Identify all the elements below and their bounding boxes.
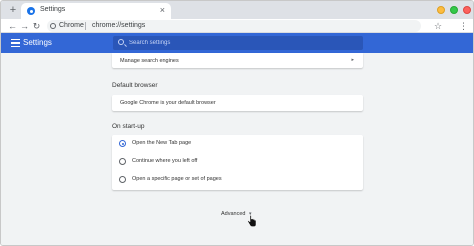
settings-gear-icon	[27, 7, 35, 15]
radio-button[interactable]	[119, 158, 126, 165]
hand-cursor-icon	[247, 215, 257, 227]
startup-option-continue[interactable]: Continue where you left off	[112, 153, 363, 171]
browser-menu-icon[interactable]: ⋮	[459, 20, 468, 32]
page-title: Settings	[23, 38, 52, 47]
on-startup-card: Open the New Tab page Continue where you…	[112, 135, 363, 190]
search-engine-card: Manage search engines ▸	[112, 53, 363, 68]
tab-close-icon[interactable]: ×	[160, 5, 165, 15]
address-bar[interactable]: Chrome chrome://settings	[47, 20, 421, 32]
startup-option-label: Continue where you left off	[132, 158, 198, 164]
radio-button[interactable]	[119, 176, 126, 183]
default-browser-status: Google Chrome is your default browser	[120, 100, 216, 106]
tab-strip: + Settings ×	[1, 1, 473, 19]
reload-icon[interactable]: ↻	[31, 20, 42, 32]
maximize-button[interactable]	[450, 6, 458, 14]
address-scheme-label: Chrome	[59, 22, 84, 29]
startup-option-label: Open the New Tab page	[132, 140, 192, 146]
close-window-button[interactable]	[463, 6, 471, 14]
manage-search-engines-row[interactable]: Manage search engines ▸	[112, 53, 363, 68]
radio-button-selected[interactable]	[119, 140, 126, 147]
advanced-button[interactable]: Advanced	[221, 211, 245, 217]
site-info-icon[interactable]	[50, 23, 56, 29]
new-tab-button[interactable]: +	[7, 4, 19, 16]
search-icon	[118, 39, 124, 45]
minimize-button[interactable]	[437, 6, 445, 14]
search-input[interactable]	[129, 37, 349, 49]
chevron-right-icon: ▸	[351, 57, 354, 63]
address-url[interactable]: chrome://settings	[92, 22, 145, 29]
address-separator	[85, 22, 86, 30]
forward-icon[interactable]: →	[19, 20, 30, 32]
default-browser-heading: Default browser	[112, 82, 158, 89]
startup-option-label: Open a specific page or set of pages	[132, 176, 222, 182]
settings-content: Manage search engines ▸ Default browser …	[1, 53, 473, 245]
settings-search-box[interactable]	[113, 36, 363, 50]
hamburger-menu-icon[interactable]	[11, 39, 20, 47]
bookmark-star-icon[interactable]: ☆	[434, 20, 442, 32]
tab-settings[interactable]: Settings ×	[21, 3, 171, 19]
tab-title: Settings	[40, 6, 66, 13]
on-startup-heading: On start-up	[112, 123, 145, 130]
startup-option-specific-pages[interactable]: Open a specific page or set of pages	[112, 171, 363, 189]
settings-header: Settings	[1, 33, 473, 53]
startup-option-new-tab[interactable]: Open the New Tab page	[112, 135, 363, 153]
browser-window: + Settings × ← → ↻ Chrome chrome://setti…	[0, 0, 474, 246]
browser-toolbar: ← → ↻ Chrome chrome://settings ☆ ⋮	[1, 19, 473, 33]
back-icon[interactable]: ←	[7, 20, 18, 32]
manage-search-engines-label: Manage search engines	[120, 58, 179, 64]
default-browser-card: Google Chrome is your default browser	[112, 95, 363, 111]
